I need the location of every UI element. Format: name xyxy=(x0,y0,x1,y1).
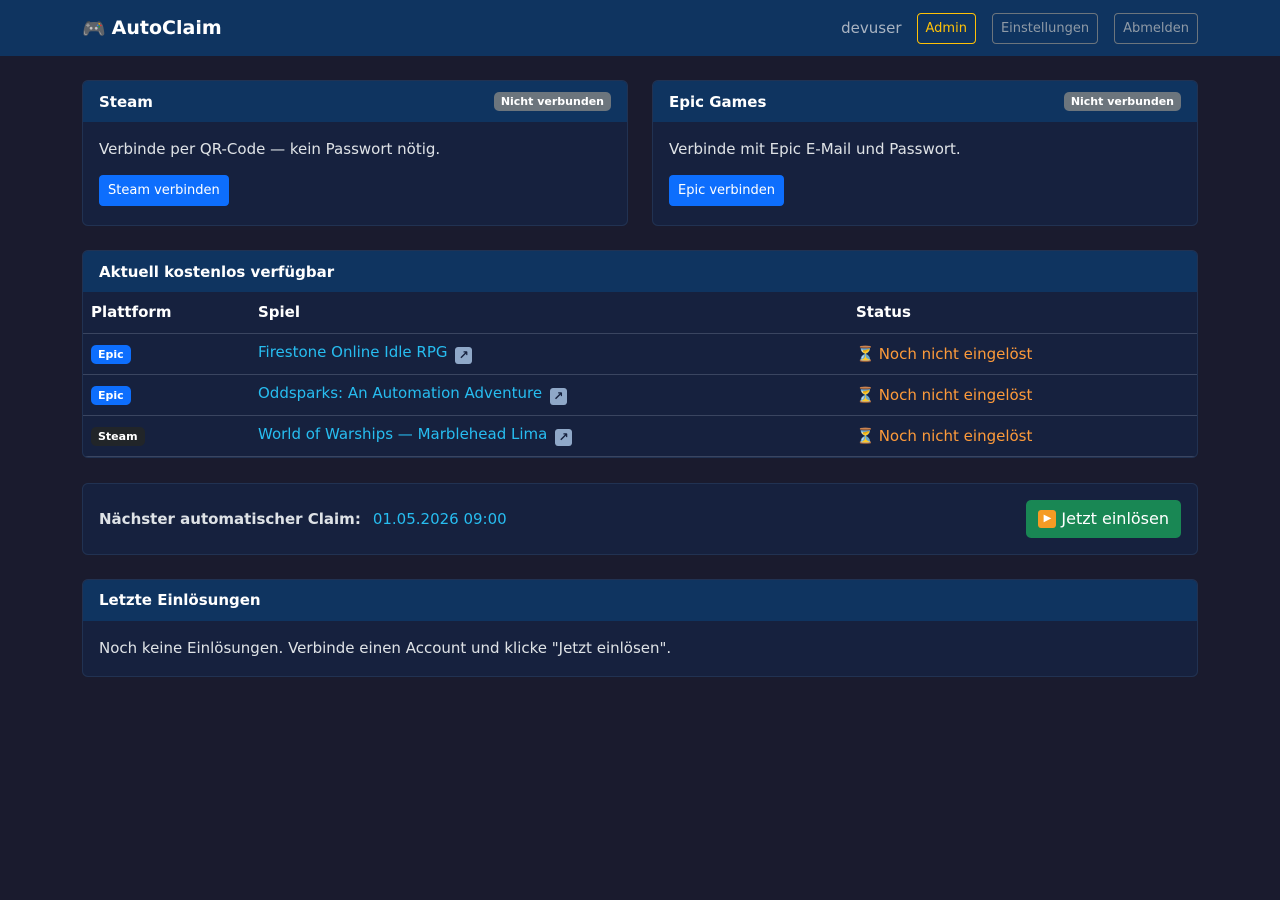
table-row: Epic Oddsparks: An Automation Adventure … xyxy=(83,374,1197,416)
gamepad-icon: 🎮 xyxy=(82,17,106,40)
connection-cards: Steam Nicht verbunden Verbinde per QR-Co… xyxy=(82,80,1198,226)
hourglass-icon: ⏳ xyxy=(856,344,875,363)
free-games-header: Aktuell kostenlos verfügbar xyxy=(83,251,1197,292)
steam-card-body: Verbinde per QR-Code — kein Passwort nöt… xyxy=(83,122,627,222)
external-link-icon: ↗ xyxy=(555,428,573,446)
external-link-icon: ↗ xyxy=(455,346,473,364)
status-text: Noch nicht eingelöst xyxy=(878,344,1033,363)
status-cell: ⏳ Noch nicht eingelöst xyxy=(848,333,1197,375)
navbar: 🎮 AutoClaim devuser Admin Einstellungen … xyxy=(0,0,1280,56)
steam-connect-button[interactable]: Steam verbinden xyxy=(99,175,229,206)
platform-badge: Steam xyxy=(91,426,145,446)
steam-card-header: Steam Nicht verbunden xyxy=(83,81,627,122)
table-row: Steam World of Warships — Marblehead Lim… xyxy=(83,415,1197,457)
epic-connect-button[interactable]: Epic verbinden xyxy=(669,175,784,206)
next-claim-info: Nächster automatischer Claim: 01.05.2026… xyxy=(99,510,507,528)
epic-card-body: Verbinde mit Epic E-Mail und Passwort. E… xyxy=(653,122,1197,222)
recent-claims-header: Letzte Einlösungen xyxy=(83,579,1197,621)
next-claim-time: 01.05.2026 09:00 xyxy=(372,509,507,528)
platform-cell: Epic xyxy=(83,374,250,416)
free-games-card: Aktuell kostenlos verfügbar Plattform Sp… xyxy=(82,250,1198,458)
recent-claims-title: Letzte Einlösungen xyxy=(99,591,261,609)
play-icon: ▶ xyxy=(1038,509,1057,528)
epic-card: Epic Games Nicht verbunden Verbinde mit … xyxy=(652,80,1198,226)
brand-name: AutoClaim xyxy=(111,17,222,39)
column-header-status: Status xyxy=(848,292,1197,334)
epic-description: Verbinde mit Epic E-Mail und Passwort. xyxy=(669,140,961,158)
column-header-platform: Plattform xyxy=(83,292,250,334)
epic-card-header: Epic Games Nicht verbunden xyxy=(653,81,1197,122)
steam-card-title: Steam xyxy=(99,92,153,111)
next-claim-label: Nächster automatischer Claim: xyxy=(99,509,361,528)
claim-now-label: Jetzt einlösen xyxy=(1061,509,1169,528)
hourglass-icon: ⏳ xyxy=(856,385,875,404)
table-header-row: Plattform Spiel Status xyxy=(83,292,1197,334)
platform-badge: Epic xyxy=(91,385,131,405)
epic-status-badge: Nicht verbunden xyxy=(1063,92,1181,111)
platform-cell: Steam xyxy=(83,415,250,457)
admin-button[interactable]: Admin xyxy=(916,12,976,44)
recent-claims-body: Noch keine Einlösungen. Verbinde einen A… xyxy=(83,621,1197,676)
game-title: Oddsparks: An Automation Adventure xyxy=(258,384,543,403)
game-cell: World of Warships — Marblehead Lima ↗ xyxy=(250,415,848,457)
username: devuser xyxy=(841,19,902,37)
status-text: Noch nicht eingelöst xyxy=(878,385,1033,404)
game-link[interactable]: World of Warships — Marblehead Lima ↗ xyxy=(258,425,573,446)
logout-button[interactable]: Abmelden xyxy=(1114,12,1198,44)
game-link[interactable]: Firestone Online Idle RPG ↗ xyxy=(258,343,473,364)
claim-now-button[interactable]: ▶ Jetzt einlösen xyxy=(1026,499,1181,538)
platform-badge: Epic xyxy=(91,344,131,364)
status-cell: ⏳ Noch nicht eingelöst xyxy=(848,374,1197,416)
next-claim-card: Nächster automatischer Claim: 01.05.2026… xyxy=(82,482,1198,555)
main-content: Steam Nicht verbunden Verbinde per QR-Co… xyxy=(82,80,1198,677)
column-header-game: Spiel xyxy=(250,292,848,334)
external-link-icon: ↗ xyxy=(549,387,567,405)
platform-cell: Epic xyxy=(83,333,250,375)
recent-claims-card: Letzte Einlösungen Noch keine Einlösunge… xyxy=(82,578,1198,677)
epic-card-title: Epic Games xyxy=(669,92,767,111)
brand[interactable]: 🎮 AutoClaim xyxy=(82,17,222,40)
status-text: Noch nicht eingelöst xyxy=(878,426,1033,445)
settings-button[interactable]: Einstellungen xyxy=(991,12,1099,44)
hourglass-icon: ⏳ xyxy=(856,426,875,445)
status-cell: ⏳ Noch nicht eingelöst xyxy=(848,415,1197,457)
game-cell: Oddsparks: An Automation Adventure ↗ xyxy=(250,374,848,416)
nav-actions: devuser Admin Einstellungen Abmelden xyxy=(841,12,1198,44)
game-link[interactable]: Oddsparks: An Automation Adventure ↗ xyxy=(258,384,567,405)
steam-description: Verbinde per QR-Code — kein Passwort nöt… xyxy=(99,140,441,158)
free-games-table: Plattform Spiel Status Epic Firestone On… xyxy=(83,292,1197,457)
steam-card: Steam Nicht verbunden Verbinde per QR-Co… xyxy=(82,80,628,226)
table-row: Epic Firestone Online Idle RPG ↗ ⏳ Noch n… xyxy=(83,333,1197,375)
game-title: Firestone Online Idle RPG xyxy=(258,343,448,362)
steam-status-badge: Nicht verbunden xyxy=(493,92,611,111)
game-cell: Firestone Online Idle RPG ↗ xyxy=(250,333,848,375)
recent-claims-empty-text: Noch keine Einlösungen. Verbinde einen A… xyxy=(99,638,672,657)
free-games-title: Aktuell kostenlos verfügbar xyxy=(99,262,335,281)
game-title: World of Warships — Marblehead Lima xyxy=(258,425,548,444)
